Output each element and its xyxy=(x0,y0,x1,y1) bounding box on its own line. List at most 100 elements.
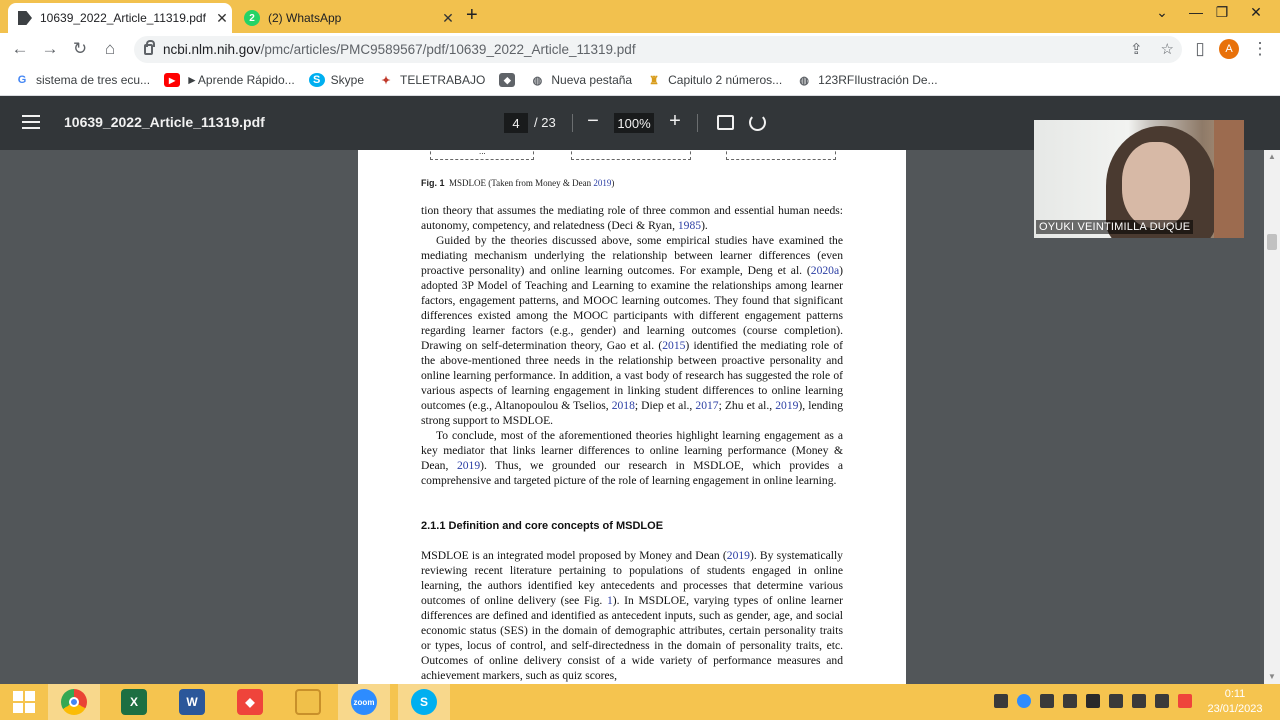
article-body-block: tion theory that assumes the mediating r… xyxy=(421,203,843,488)
tab-whatsapp[interactable]: 2 (2) WhatsApp ✕ xyxy=(236,3,458,33)
folder-bookmark-icon: ◆ xyxy=(499,73,516,87)
zoom-in-icon[interactable]: + xyxy=(665,110,685,133)
pdf-file-icon xyxy=(18,11,32,25)
paragraph: tion theory that assumes the mediating r… xyxy=(421,204,843,232)
section-heading: 2.1.1 Definition and core concepts of MS… xyxy=(421,520,664,532)
background-shelf xyxy=(1214,120,1244,238)
home-icon[interactable]: ⌂ xyxy=(98,37,122,61)
youtube-icon: ▶ xyxy=(164,73,181,87)
omnibox-actions: ⇪ ☆ xyxy=(1130,40,1174,58)
reload-icon[interactable]: ↻ xyxy=(68,37,92,61)
bookmark-item[interactable]: G sistema de tres ecu... xyxy=(14,73,150,87)
clock-time: 0:11 xyxy=(1224,688,1246,700)
network-icon[interactable] xyxy=(1155,694,1169,708)
page-number-input[interactable]: 4 xyxy=(504,113,528,133)
word-icon: W xyxy=(179,689,205,715)
paragraph: Guided by the theories discussed above, … xyxy=(421,234,843,427)
scroll-up-arrow-icon[interactable]: ▲ xyxy=(1268,152,1276,161)
taskbar-file-explorer[interactable] xyxy=(282,684,334,720)
volume-icon[interactable] xyxy=(1063,694,1077,708)
scrollbar-thumb[interactable] xyxy=(1267,234,1277,250)
skype-icon: S xyxy=(308,73,325,87)
windows-logo-icon xyxy=(13,691,35,713)
participant-name-label: OYUKI VEINTIMILLA DUQUE xyxy=(1036,220,1194,234)
bookmark-item[interactable]: ◍ Nueva pestaña xyxy=(529,73,633,87)
windows-taskbar: X W ◆ zoom S 0:11 23/01/2023 xyxy=(0,684,1280,720)
bookmark-item[interactable]: ♜ Capitulo 2 números... xyxy=(646,73,782,87)
address-bar[interactable]: ncbi.nlm.nih.gov/pmc/articles/PMC9589567… xyxy=(134,36,1182,63)
figure-box: ... xyxy=(430,150,534,160)
taskbar-anydesk[interactable]: ◆ xyxy=(224,684,276,720)
webcam-video-overlay: OYUKI VEINTIMILLA DUQUE xyxy=(1034,120,1244,238)
side-panel-icon[interactable]: ▯ xyxy=(1188,37,1212,61)
scrollbar-track[interactable] xyxy=(1264,150,1280,684)
whatsapp-icon: 2 xyxy=(244,10,260,26)
clock[interactable]: 0:11 23/01/2023 xyxy=(1200,687,1270,717)
bookmark-page-icon: ♜ xyxy=(649,74,660,87)
bookmark-item[interactable]: ▶ ►Aprende Rápido... xyxy=(164,73,295,87)
tab-strip: 10639_2022_Article_11319.pdf ✕ 2 (2) Wha… xyxy=(0,0,1280,33)
fit-page-icon[interactable] xyxy=(717,115,734,130)
tray-app-icon[interactable] xyxy=(1086,694,1100,708)
figure-caption: Fig. 1 MSDLOE (Taken from Money & Dean 2… xyxy=(421,178,615,188)
zoom-icon: zoom xyxy=(351,689,377,715)
taskbar-zoom[interactable]: zoom xyxy=(338,684,390,720)
tray-app-icon[interactable] xyxy=(1109,694,1123,708)
folder-icon xyxy=(295,689,321,715)
rotate-icon[interactable] xyxy=(749,114,766,131)
notification-icon[interactable] xyxy=(1040,694,1054,708)
bookmark-item[interactable]: ◆ xyxy=(499,73,516,87)
zoom-level-input[interactable]: 100% xyxy=(614,113,654,133)
close-window-button[interactable]: ✕ xyxy=(1236,4,1276,21)
document-title: 10639_2022_Article_11319.pdf xyxy=(64,114,265,130)
menu-hamburger-icon[interactable] xyxy=(22,115,40,129)
start-button[interactable] xyxy=(0,684,48,720)
screen: 10639_2022_Article_11319.pdf ✕ 2 (2) Wha… xyxy=(0,0,1280,720)
taskbar-word[interactable]: W xyxy=(166,684,218,720)
bookmark-item[interactable]: ✦ TELETRABAJO xyxy=(378,73,485,87)
forward-arrow-icon[interactable]: → xyxy=(38,37,62,61)
taskbar-skype[interactable]: S xyxy=(398,684,450,720)
tray-app-icon[interactable] xyxy=(994,694,1008,708)
google-icon: G xyxy=(17,74,27,86)
globe-icon: ◍ xyxy=(532,74,543,87)
skype-icon: S xyxy=(411,689,437,715)
new-tab-button[interactable]: + xyxy=(466,4,478,27)
paragraph: MSDLOE is an integrated model proposed b… xyxy=(421,549,843,682)
figure-box xyxy=(571,150,691,160)
divider xyxy=(697,114,698,132)
url-text: ncbi.nlm.nih.gov/pmc/articles/PMC9589567… xyxy=(163,42,636,57)
profile-avatar[interactable]: A xyxy=(1219,39,1239,59)
globe-icon: ◍ xyxy=(799,74,809,87)
paragraph: To conclude, most of the aforementioned … xyxy=(421,429,843,487)
back-arrow-icon[interactable]: ← xyxy=(8,37,32,61)
participant-face xyxy=(1122,142,1190,228)
zoom-out-icon[interactable]: − xyxy=(583,110,603,133)
tray-app-icon[interactable] xyxy=(1132,694,1146,708)
share-icon[interactable]: ⇪ xyxy=(1130,40,1143,58)
bookmarks-bar: G sistema de tres ecu... ▶ ►Aprende Rápi… xyxy=(0,65,1280,96)
anydesk-tray-icon[interactable] xyxy=(1178,694,1192,708)
bookmark-item[interactable]: S Skype xyxy=(308,73,364,87)
figure-box xyxy=(726,150,836,160)
browser-toolbar: ← → ↻ ⌂ ncbi.nlm.nih.gov/pmc/articles/PM… xyxy=(0,33,1280,65)
bookmark-item[interactable]: ◍ 123RFIlustración De... xyxy=(796,73,937,87)
tab-pdf[interactable]: 10639_2022_Article_11319.pdf ✕ xyxy=(8,3,232,33)
close-tab-icon[interactable]: ✕ xyxy=(438,10,458,27)
page-total: / 23 xyxy=(534,115,556,130)
anydesk-icon: ◆ xyxy=(237,689,263,715)
bookmark-star-icon[interactable]: ☆ xyxy=(1161,40,1174,58)
zoom-tray-icon[interactable] xyxy=(1017,694,1031,708)
excel-icon: X xyxy=(121,689,147,715)
tab-title: (2) WhatsApp xyxy=(268,11,342,25)
system-tray xyxy=(994,694,1192,708)
menu-kebab-icon[interactable]: ⋮ xyxy=(1248,37,1272,61)
lock-icon[interactable] xyxy=(144,40,155,55)
taskbar-excel[interactable]: X xyxy=(108,684,160,720)
article-body-block: MSDLOE is an integrated model proposed b… xyxy=(421,548,843,683)
pdf-page: ... Fig. 1 MSDLOE (Taken from Money & De… xyxy=(358,150,906,684)
scroll-down-arrow-icon[interactable]: ▼ xyxy=(1268,672,1276,681)
close-tab-icon[interactable]: ✕ xyxy=(212,10,232,27)
chrome-icon xyxy=(61,689,87,715)
taskbar-chrome[interactable] xyxy=(48,684,100,720)
